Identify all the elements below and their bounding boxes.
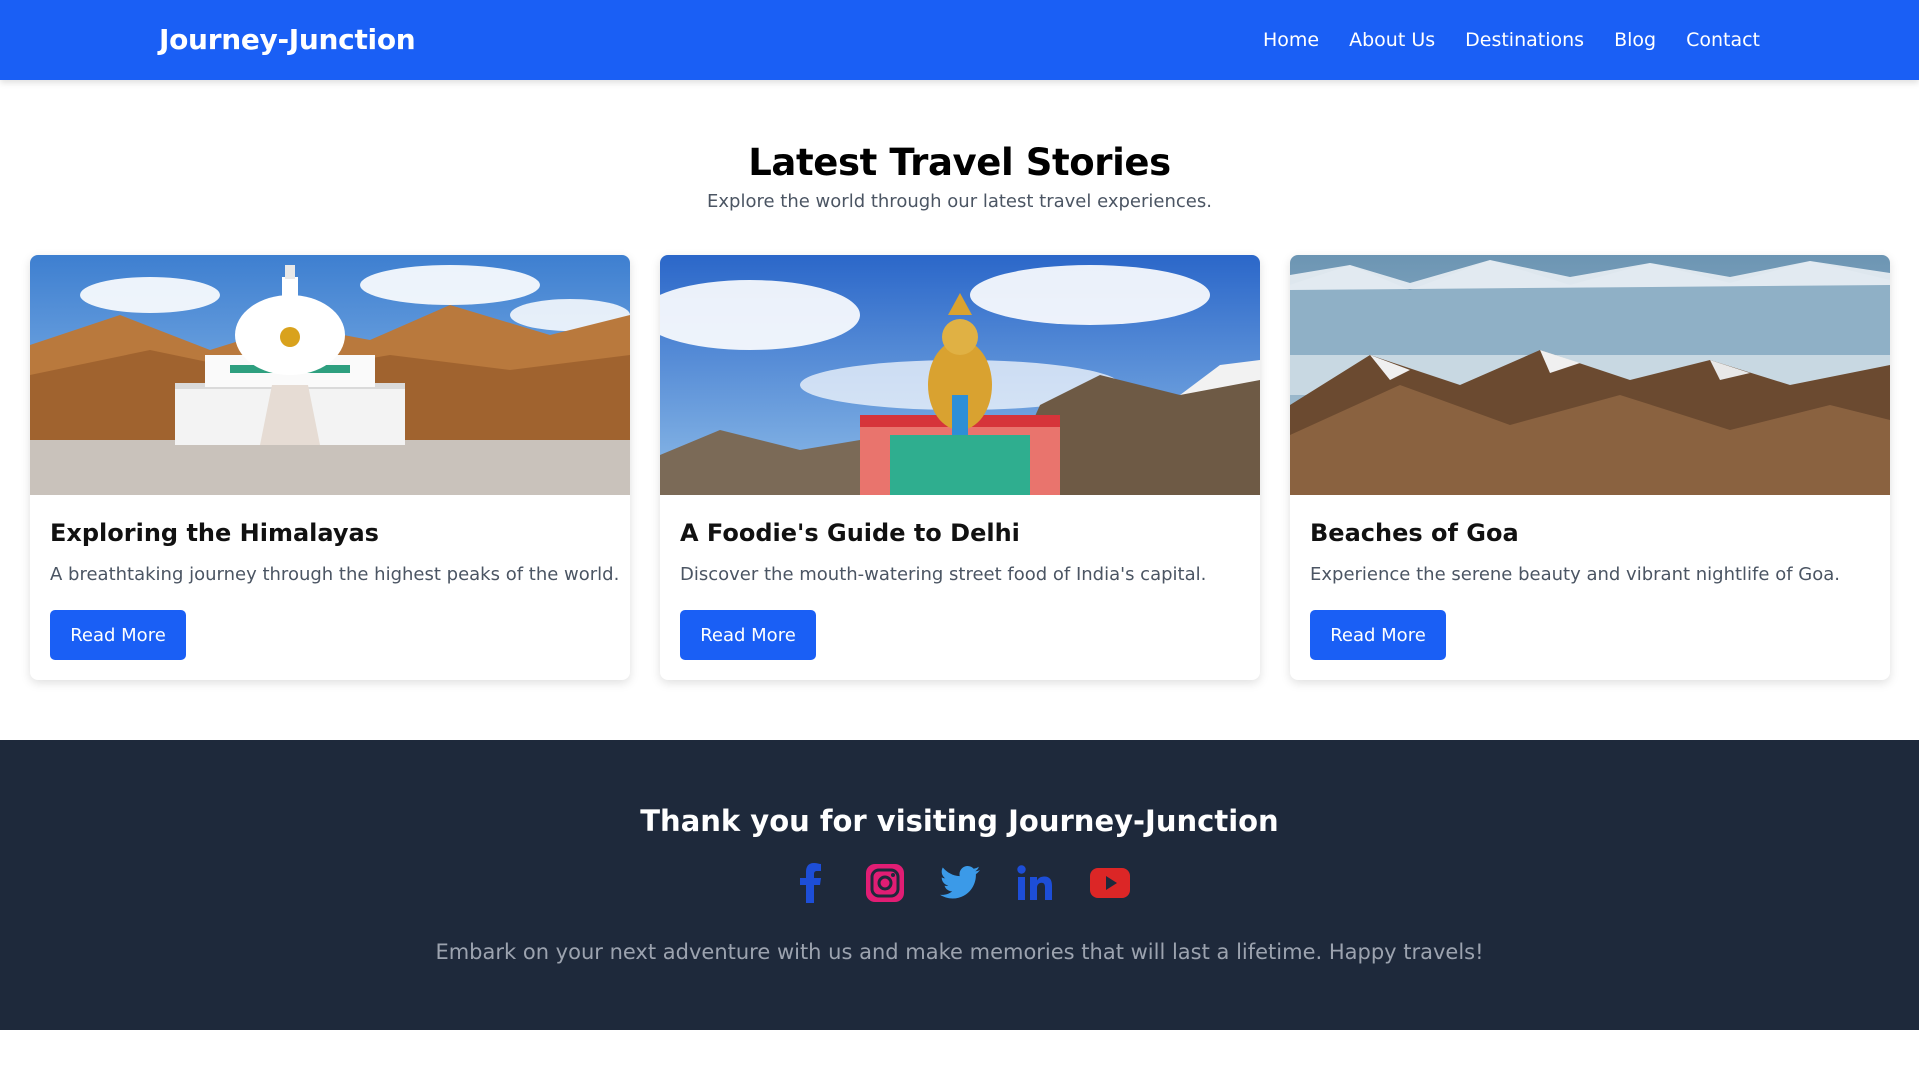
nav-link-home[interactable]: Home (1263, 29, 1319, 51)
read-more-button[interactable]: Read More (1310, 610, 1446, 660)
nav-link-contact[interactable]: Contact (1686, 29, 1760, 51)
facebook-icon[interactable] (790, 863, 830, 903)
card-description: Experience the serene beauty and vibrant… (1310, 564, 1840, 585)
read-more-button[interactable]: Read More (50, 610, 186, 660)
read-more-button[interactable]: Read More (680, 610, 816, 660)
footer-note: Embark on your next adventure with us an… (435, 940, 1484, 964)
footer-title: Thank you for visiting Journey-Junction (640, 804, 1279, 838)
social-links (0, 863, 1919, 903)
card-description: A breathtaking journey through the highe… (50, 564, 620, 585)
nav-links: Home About Us Destinations Blog Contact (1263, 29, 1760, 51)
nav-link-destinations[interactable]: Destinations (1465, 29, 1584, 51)
story-cards: Exploring the Himalayas A breathtaking j… (30, 255, 1890, 680)
instagram-icon[interactable] (865, 863, 905, 903)
nav-link-blog[interactable]: Blog (1614, 29, 1656, 51)
nav-link-about-us[interactable]: About Us (1349, 29, 1435, 51)
card-title: Exploring the Himalayas (50, 519, 379, 547)
linkedin-icon[interactable] (1015, 863, 1055, 903)
stupa-mountain-photo[interactable] (30, 255, 630, 495)
navbar: Journey-Junction Home About Us Destinati… (0, 0, 1919, 80)
footer: Thank you for visiting Journey-Junction (0, 740, 1919, 1030)
story-card: Beaches of Goa Experience the serene bea… (1290, 255, 1890, 680)
mountain-valley-photo[interactable] (1290, 255, 1890, 495)
story-card: A Foodie's Guide to Delhi Discover the m… (660, 255, 1260, 680)
brand-logo[interactable]: Journey-Junction (159, 23, 416, 56)
page-subtitle: Explore the world through our latest tra… (707, 191, 1212, 212)
card-title: Beaches of Goa (1310, 519, 1519, 547)
card-description: Discover the mouth-watering street food … (680, 564, 1207, 585)
story-card: Exploring the Himalayas A breathtaking j… (30, 255, 630, 680)
buddha-statue-photo[interactable] (660, 255, 1260, 495)
page-title: Latest Travel Stories (748, 141, 1171, 184)
twitter-icon[interactable] (939, 863, 980, 903)
card-title: A Foodie's Guide to Delhi (680, 519, 1020, 547)
youtube-icon[interactable] (1089, 863, 1130, 903)
